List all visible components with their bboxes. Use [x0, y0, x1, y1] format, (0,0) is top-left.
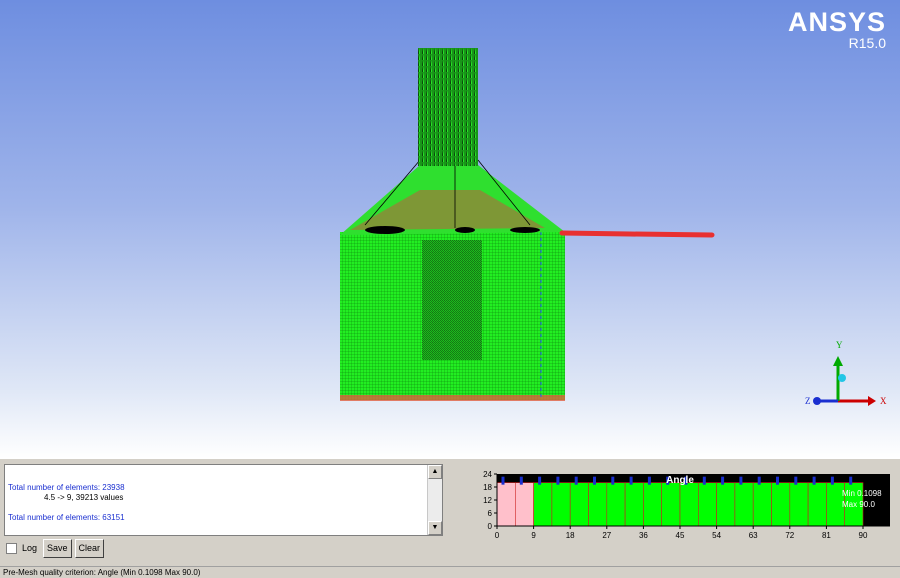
console-line: Total number of elements: 63151: [8, 513, 125, 522]
histogram-y-tick-label: 12: [483, 496, 492, 505]
triad-x-label: X: [880, 396, 887, 406]
histogram-y-tick-label: 24: [483, 470, 492, 479]
histogram-bar: [716, 482, 736, 527]
histogram-bar: [734, 482, 754, 527]
histogram-bar: [588, 482, 608, 527]
console-line: Total number of elements: 23938: [8, 483, 125, 492]
histogram-x-tick-label: 27: [602, 531, 611, 540]
histogram-x-tick-label: 81: [822, 531, 831, 540]
histogram-x-tick-label: 36: [639, 531, 648, 540]
histogram-bar: [752, 482, 772, 527]
triad-origin: [838, 374, 846, 382]
histogram-title: Angle: [666, 475, 694, 486]
histogram-bar: [606, 482, 626, 527]
histogram-bar: [643, 482, 662, 527]
triad-y-label: Y: [836, 340, 843, 350]
histogram-bar: [533, 482, 553, 527]
histogram-bar: [496, 482, 516, 527]
triad-y-arrow: [833, 356, 843, 366]
console-lines: Total number of elements: 23938 4.5 -> 9…: [8, 483, 125, 523]
histogram-bar: [698, 482, 717, 527]
angle-histogram[interactable]: Angle Min 0.1098 Max 90.0 0 6 12 18 24 0 9 18 27 36 4…: [475, 468, 895, 563]
log-label: Log: [22, 543, 38, 553]
histogram-x-tick-label: 63: [749, 531, 758, 540]
histogram-bar: [661, 482, 681, 527]
histogram-bar: [771, 482, 791, 527]
save-button[interactable]: Save: [43, 538, 72, 558]
triad-z-head: [813, 397, 821, 405]
histogram-y-tick-label: 0: [488, 522, 493, 531]
histogram-bar: [569, 482, 589, 527]
histogram-x-tick-label: 90: [859, 531, 868, 540]
graphics-viewport[interactable]: ANSYS R15.0 X Y Z: [0, 0, 900, 458]
histogram-y-tick-label: 18: [483, 483, 492, 492]
histogram-x-tick-label: 54: [712, 531, 721, 540]
scroll-down-button[interactable]: ▼: [428, 521, 442, 535]
histogram-bar: [514, 482, 534, 527]
console-line: 4.5 -> 9, 39213 values: [44, 493, 124, 502]
axis-triad: X Y Z: [805, 340, 887, 406]
histogram-y-tick-label: 6: [488, 509, 493, 518]
histogram-min-label: Min 0.1098: [842, 489, 882, 498]
console-scrollbar[interactable]: ▲ ▼: [427, 465, 442, 535]
histogram-bar: [807, 482, 827, 527]
histogram-bar: [789, 482, 809, 527]
histogram-bar: [551, 482, 571, 527]
histogram-x-tick-label: 0: [495, 531, 500, 540]
histogram-bar: [624, 482, 644, 527]
histogram-x-tick-label: 72: [785, 531, 794, 540]
log-checkbox[interactable]: [6, 542, 17, 554]
scroll-up-button[interactable]: ▲: [428, 465, 442, 479]
histogram-bar: [679, 482, 699, 527]
console-controls: Log Save Clear: [6, 538, 107, 558]
clear-button[interactable]: Clear: [74, 538, 105, 558]
mesh-quality-panel: Total number of elements: 23938 4.5 -> 9…: [0, 458, 900, 567]
histogram-max-label: Max 90.0: [842, 500, 875, 509]
triad-x-arrow: [868, 396, 876, 406]
triad-z-label: Z: [805, 396, 811, 406]
histogram-x-tick-label: 9: [531, 531, 536, 540]
histogram-x-tick-label: 45: [676, 531, 685, 540]
status-bar: Pre-Mesh quality criterion: Angle (Min 0…: [0, 566, 900, 577]
histogram-x-tick-label: 18: [566, 531, 575, 540]
message-console[interactable]: Total number of elements: 23938 4.5 -> 9…: [4, 464, 443, 536]
